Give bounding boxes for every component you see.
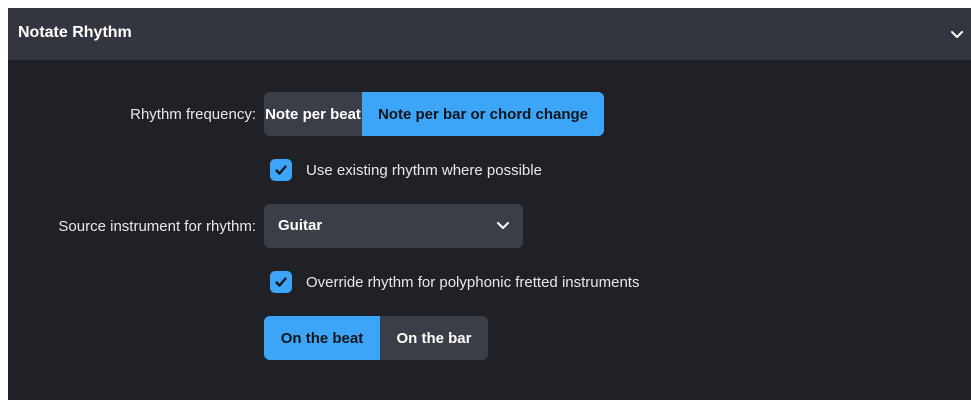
use-existing-rhythm-checkbox[interactable] xyxy=(270,159,292,181)
on-the-beat-option[interactable]: On the beat xyxy=(264,316,380,360)
override-rhythm-label: Override rhythm for polyphonic fretted i… xyxy=(306,273,640,291)
check-icon xyxy=(275,277,287,287)
source-instrument-label: Source instrument for rhythm: xyxy=(58,218,256,235)
override-rhythm-row: Override rhythm for polyphonic fretted i… xyxy=(270,271,639,293)
source-instrument-select[interactable]: Guitar xyxy=(264,204,523,248)
check-icon xyxy=(275,165,287,175)
override-rhythm-checkbox[interactable] xyxy=(270,271,292,293)
use-existing-rhythm-row: Use existing rhythm where possible xyxy=(270,159,542,181)
panel-title: Notate Rhythm xyxy=(18,24,132,41)
chevron-down-icon xyxy=(495,217,511,238)
rhythm-frequency-segmented-control: Note per beat Note per bar or chord chan… xyxy=(264,92,604,136)
collapse-button[interactable] xyxy=(945,22,969,46)
notate-rhythm-panel: Notate Rhythm Rhythm frequency: Note per… xyxy=(8,8,971,400)
note-per-bar-or-chord-change-option[interactable]: Note per bar or chord change xyxy=(362,92,604,136)
rhythm-frequency-label: Rhythm frequency: xyxy=(130,106,256,123)
note-per-beat-option[interactable]: Note per beat xyxy=(264,92,362,136)
chevron-down-icon xyxy=(951,31,963,38)
panel-header[interactable]: Notate Rhythm xyxy=(8,8,971,60)
on-the-bar-option[interactable]: On the bar xyxy=(380,316,488,360)
override-mode-segmented-control: On the beat On the bar xyxy=(264,316,488,360)
source-instrument-value: Guitar xyxy=(278,217,323,234)
use-existing-rhythm-label: Use existing rhythm where possible xyxy=(306,161,542,179)
